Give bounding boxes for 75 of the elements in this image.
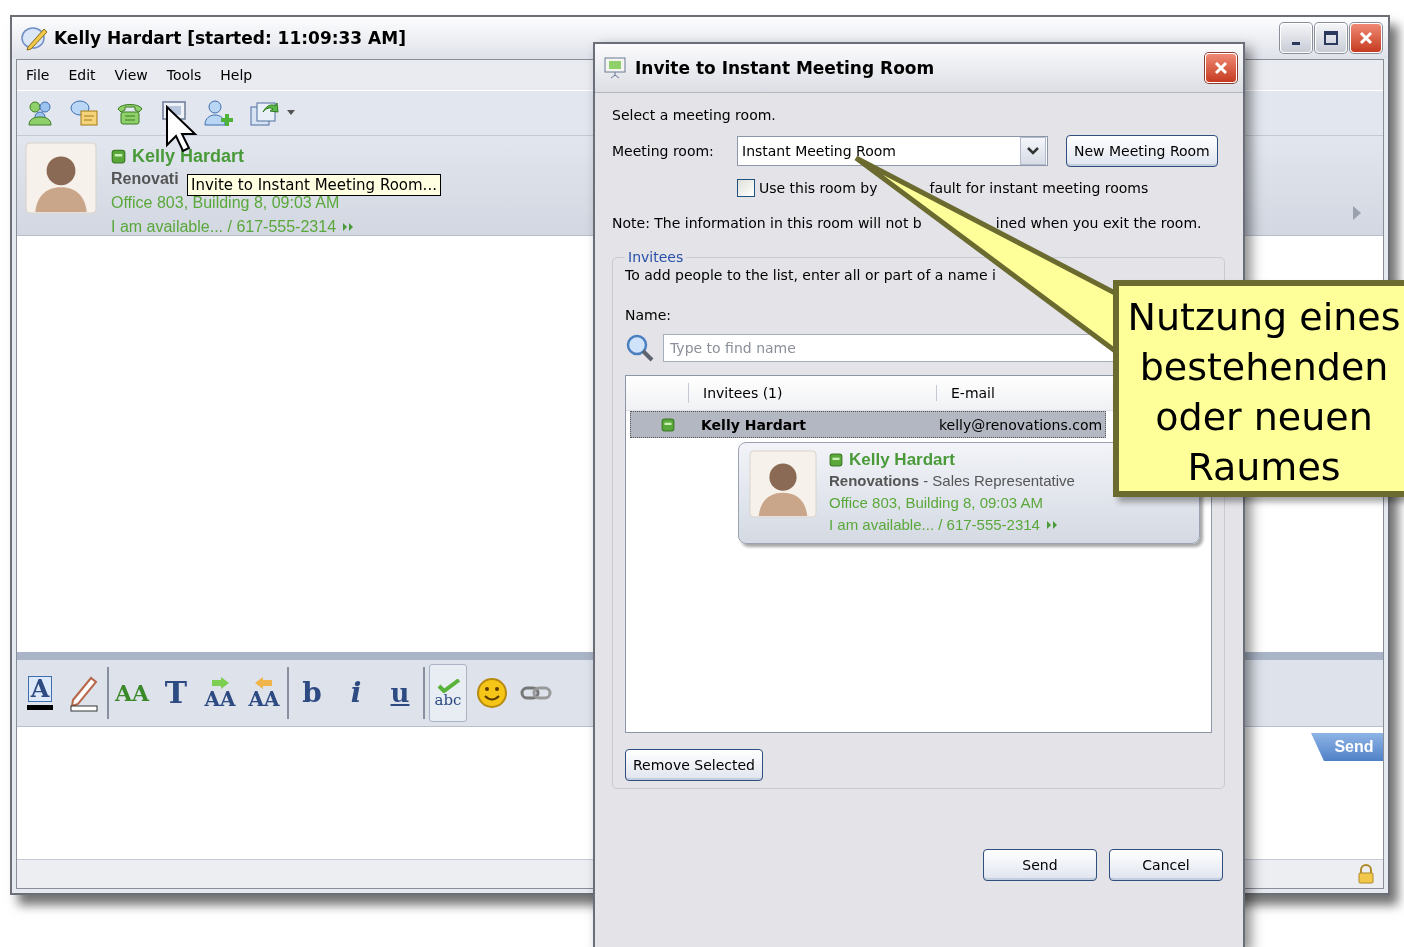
avatar-silhouette [25,142,97,214]
avatar-silhouette [749,450,817,518]
send-button[interactable]: Send [983,849,1097,881]
instruction-text: Select a meeting room. [612,107,777,123]
status-message: I am available... / 617-555-2314 [111,217,337,237]
location-text: Office 803, Building 8, 09:03 AM [111,193,341,213]
status-message: I am available... / 617-555-2314 [829,515,1040,535]
lock-icon [1357,864,1375,884]
status-icon [111,149,126,164]
remove-selected-button[interactable]: Remove Selected [625,749,763,781]
column-header[interactable]: Invitees (1) [689,385,937,401]
meeting-room-dropdown[interactable]: Instant Meeting Room [737,136,1048,166]
new-meeting-room-button[interactable]: New Meeting Room [1066,135,1218,167]
invitee-name: Kelly Hardart [700,416,807,433]
smiley-icon [476,677,508,709]
close-button[interactable] [1350,23,1382,53]
cancel-button[interactable]: Cancel [1109,849,1223,881]
caret-icon[interactable] [287,110,295,116]
callout-note: Nutzung eines bestehenden oder neuen Raumes [1113,280,1404,497]
instruction-text: To add people to the list, enter all or part of a name i [625,267,997,283]
dialog-title: Invite to Instant Meeting Room [635,58,935,78]
text-color-button[interactable]: A [21,664,59,722]
tooltip: Invite to Instant Meeting Room... [187,174,441,196]
invitee-row[interactable]: Kelly Hardart kelly@renovations.com [630,411,1106,438]
invitee-email: kelly@renovations.com [939,416,1103,433]
close-button[interactable] [1205,53,1237,83]
menu-item[interactable]: Edit [68,67,96,83]
close-icon [1358,30,1374,46]
contact-name: Kelly Hardart [132,146,245,167]
location-text: Office 803, Building 8, 09:03 AM [829,493,1045,513]
arrow-icon [210,677,230,689]
grow-font-button[interactable]: AA [201,664,239,722]
spell-check-button[interactable]: abc [429,664,467,722]
checkbox[interactable] [737,179,755,197]
status-icon [661,417,675,432]
add-person-icon[interactable] [203,98,235,128]
note-text: Note: The information in this room will not b [612,215,922,231]
window-title: Kelly Hardart [started: 11:09:33 AM] [54,28,406,48]
contact-name: Kelly Hardart [849,450,955,470]
column-header[interactable]: E-mail [937,385,995,401]
double-arrow-icon[interactable] [1045,521,1058,529]
pencil-chat-icon [20,25,48,51]
group-label: Invitees [627,249,685,265]
menu-item[interactable]: Help [220,67,253,83]
status-icon [829,453,843,467]
close-icon [1213,60,1229,76]
minimize-icon [1292,41,1300,45]
text-style-button[interactable]: T [157,664,195,722]
presentation-icon [603,56,627,80]
italic-button[interactable]: i [337,664,375,722]
field-label: Name: [625,307,673,323]
underline-button[interactable]: u [381,664,419,722]
double-arrow-icon[interactable] [342,223,355,231]
minimize-button[interactable] [1280,23,1312,53]
company-role: Renovations - Sales Representative [829,471,1075,491]
chain-link-icon [520,685,552,701]
note-text: ined when you exit the room. [995,215,1202,231]
shrink-font-button[interactable]: AA [245,664,283,722]
people-icon[interactable] [25,98,55,128]
checkbox-label: fault for instant meeting rooms [929,180,1149,196]
menu-item[interactable]: Tools [166,67,202,83]
field-label: Meeting room: [612,143,715,159]
chat-icon[interactable] [69,98,101,128]
highlighter-icon [67,674,101,712]
search-icon [625,333,655,363]
company-name: Renovati [111,169,179,189]
maximize-button[interactable] [1315,23,1347,53]
chevron-down-icon[interactable] [1027,146,1039,156]
checkbox-label: Use this room by [759,180,878,196]
maximize-icon [1323,30,1339,46]
menu-item[interactable]: View [114,67,148,83]
arrow-icon [254,677,274,689]
bold-button[interactable]: b [293,664,331,722]
menu-item[interactable]: File [26,67,50,83]
checkmark-icon [435,678,461,693]
